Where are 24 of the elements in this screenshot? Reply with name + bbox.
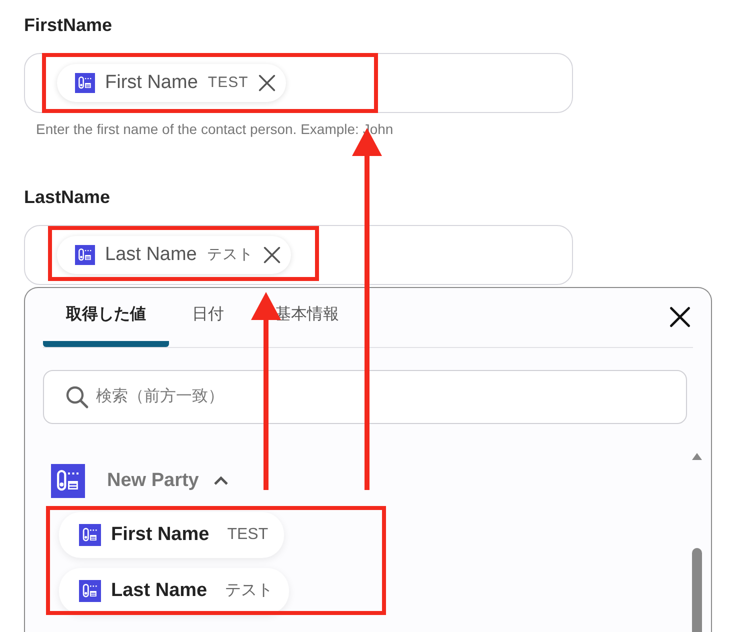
search-icon <box>65 385 89 409</box>
input-field[interactable]: First Name TEST <box>24 53 573 113</box>
group-label: New Party <box>107 468 199 493</box>
tab[interactable]: 日付 <box>169 287 247 347</box>
chip-label: First Name <box>105 70 198 95</box>
list-item[interactable]: Last Name テスト <box>59 568 290 614</box>
list-item[interactable]: First Name TEST <box>59 512 284 558</box>
close-icon[interactable] <box>263 246 282 264</box>
close-icon[interactable] <box>669 306 691 328</box>
app-icon <box>79 524 101 546</box>
search-field[interactable]: 検索（前方一致） <box>43 370 687 424</box>
app-icon <box>75 245 95 265</box>
tab[interactable]: 取得した値 <box>43 287 169 347</box>
chip-value: テスト <box>206 244 254 265</box>
field-label: FirstName <box>24 14 114 37</box>
input-field[interactable]: Last Name テスト <box>24 225 573 285</box>
app-icon <box>75 73 95 93</box>
close-icon[interactable] <box>258 74 276 92</box>
app-icon <box>51 464 85 498</box>
app-icon <box>79 580 101 602</box>
chip-value: TEST <box>208 72 248 93</box>
field-label: LastName <box>24 186 112 209</box>
caret-up-icon[interactable] <box>212 476 229 486</box>
chip-label: Last Name <box>105 242 197 267</box>
